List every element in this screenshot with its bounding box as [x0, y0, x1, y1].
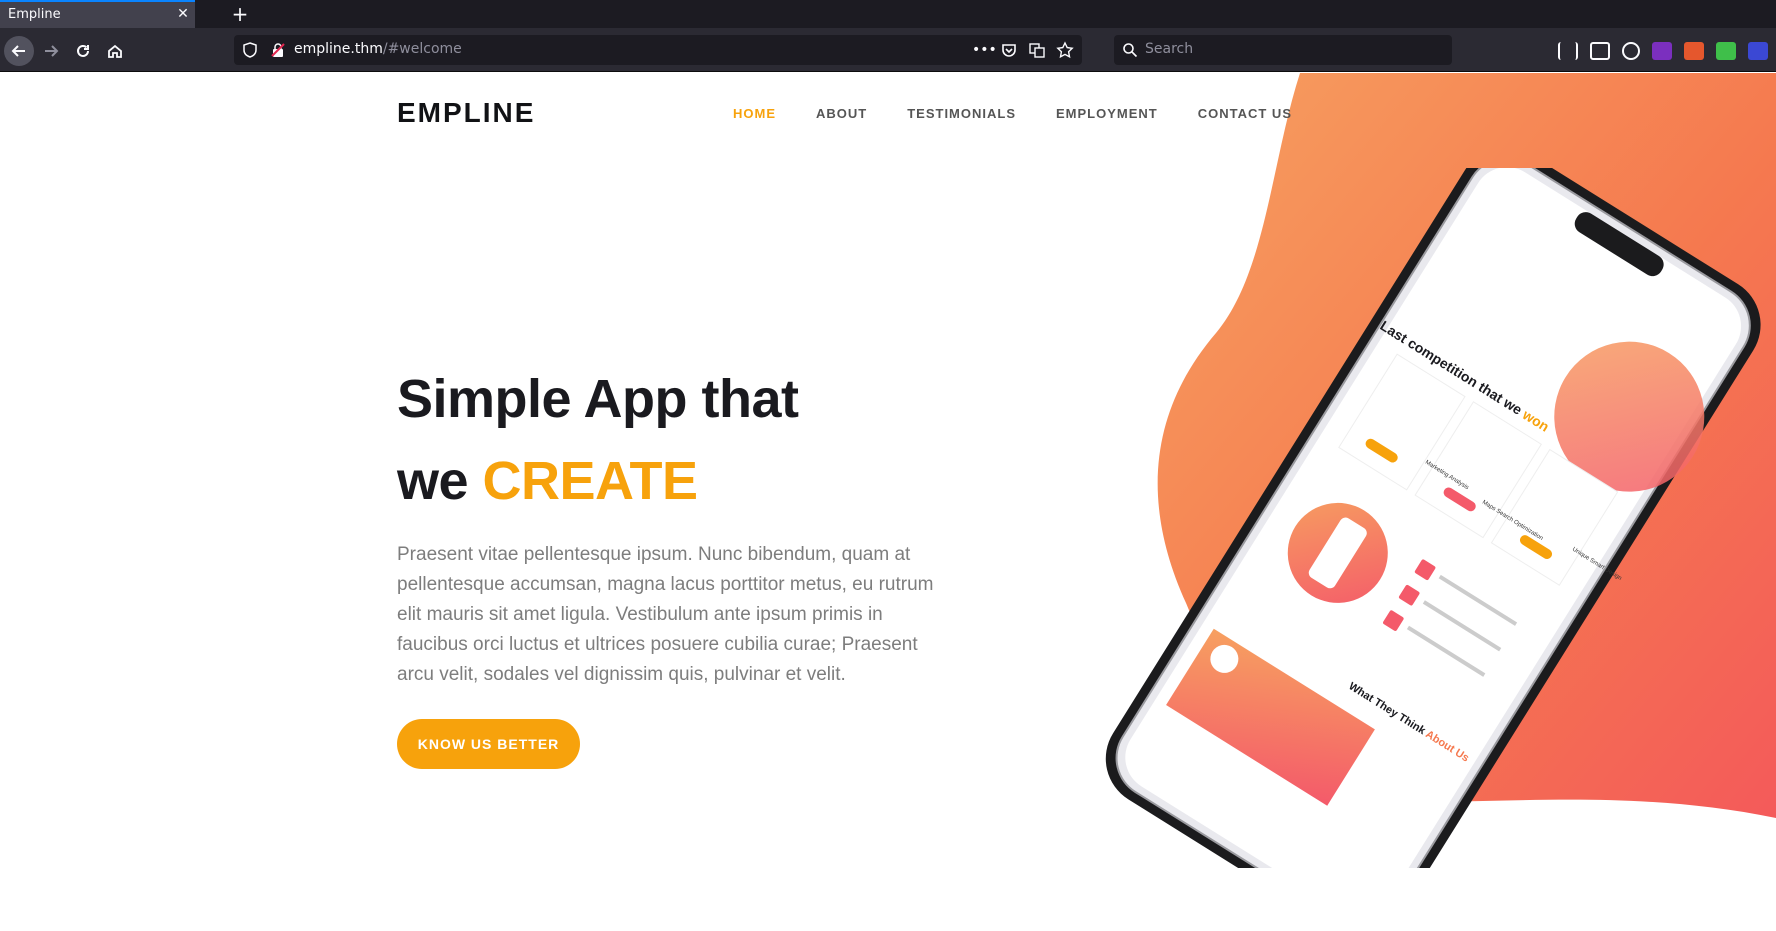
- nav-home[interactable]: HOME: [733, 106, 776, 121]
- search-bar[interactable]: Search: [1114, 35, 1452, 65]
- library-icon[interactable]: [1558, 42, 1578, 60]
- hero-title-accent: CREATE: [482, 451, 699, 511]
- sidebar-icon[interactable]: [1590, 42, 1610, 60]
- forward-button[interactable]: [36, 36, 66, 66]
- arrow-left-icon: [11, 45, 25, 57]
- url-bar[interactable]: empline.thm/#welcome •••: [234, 35, 1082, 65]
- home-button[interactable]: [100, 36, 130, 66]
- pocket-icon[interactable]: [1000, 41, 1018, 59]
- browser-tab[interactable]: Empline ✕: [0, 0, 195, 28]
- nav-testimonials[interactable]: TESTIMONIALS: [907, 106, 1016, 121]
- hero-title-line-1: Simple App that: [397, 369, 799, 429]
- home-icon: [108, 44, 122, 58]
- extension-green-icon[interactable]: [1716, 42, 1736, 60]
- url-host: empline.thm: [294, 41, 383, 57]
- hero-title: Simple App that we CREATE: [397, 358, 799, 522]
- account-icon[interactable]: [1622, 42, 1640, 60]
- know-us-better-button[interactable]: KNOW US BETTER: [397, 719, 580, 769]
- reload-button[interactable]: [68, 36, 98, 66]
- page-actions-icon[interactable]: •••: [972, 41, 997, 59]
- bookmark-star-icon[interactable]: [1056, 41, 1074, 59]
- back-button[interactable]: [4, 36, 34, 66]
- browser-navigation-bar: empline.thm/#welcome ••• Search: [0, 28, 1776, 72]
- browser-tab-strip: Empline ✕ +: [0, 0, 1776, 28]
- reload-icon: [77, 44, 89, 57]
- search-input[interactable]: Search: [1145, 41, 1193, 57]
- hero-paragraph: Praesent vitae pellentesque ipsum. Nunc …: [397, 544, 934, 685]
- extension-purple-icon[interactable]: [1652, 42, 1672, 60]
- toolbar-icons: [1558, 42, 1768, 60]
- shield-icon[interactable]: [242, 42, 258, 58]
- webpage: EMPLINE HOME ABOUT TESTIMONIALS EMPLOYME…: [0, 73, 1776, 931]
- tab-title: Empline: [8, 7, 61, 22]
- main-menu: HOME ABOUT TESTIMONIALS EMPLOYMENT CONTA…: [733, 106, 1292, 121]
- nav-employment[interactable]: EMPLOYMENT: [1056, 106, 1158, 121]
- new-tab-button[interactable]: +: [228, 2, 252, 26]
- translate-icon[interactable]: [1028, 41, 1046, 59]
- hero-title-line-2: we: [397, 451, 483, 511]
- search-icon: [1123, 43, 1138, 58]
- insecure-lock-icon[interactable]: [270, 42, 286, 58]
- site-logo[interactable]: EMPLINE: [397, 97, 535, 129]
- extension-fox-icon[interactable]: [1684, 42, 1704, 60]
- extension-blue-icon[interactable]: [1748, 42, 1768, 60]
- url-path: /#welcome: [382, 41, 462, 57]
- url-text[interactable]: empline.thm/#welcome: [294, 41, 462, 57]
- arrow-right-icon: [45, 45, 59, 57]
- nav-contact-us[interactable]: CONTACT US: [1198, 106, 1292, 121]
- nav-about[interactable]: ABOUT: [816, 106, 867, 121]
- url-actions: •••: [972, 41, 1074, 59]
- close-tab-icon[interactable]: ✕: [174, 5, 192, 23]
- phone-mockup-image: Last competition that we won Marketing A…: [1105, 168, 1761, 868]
